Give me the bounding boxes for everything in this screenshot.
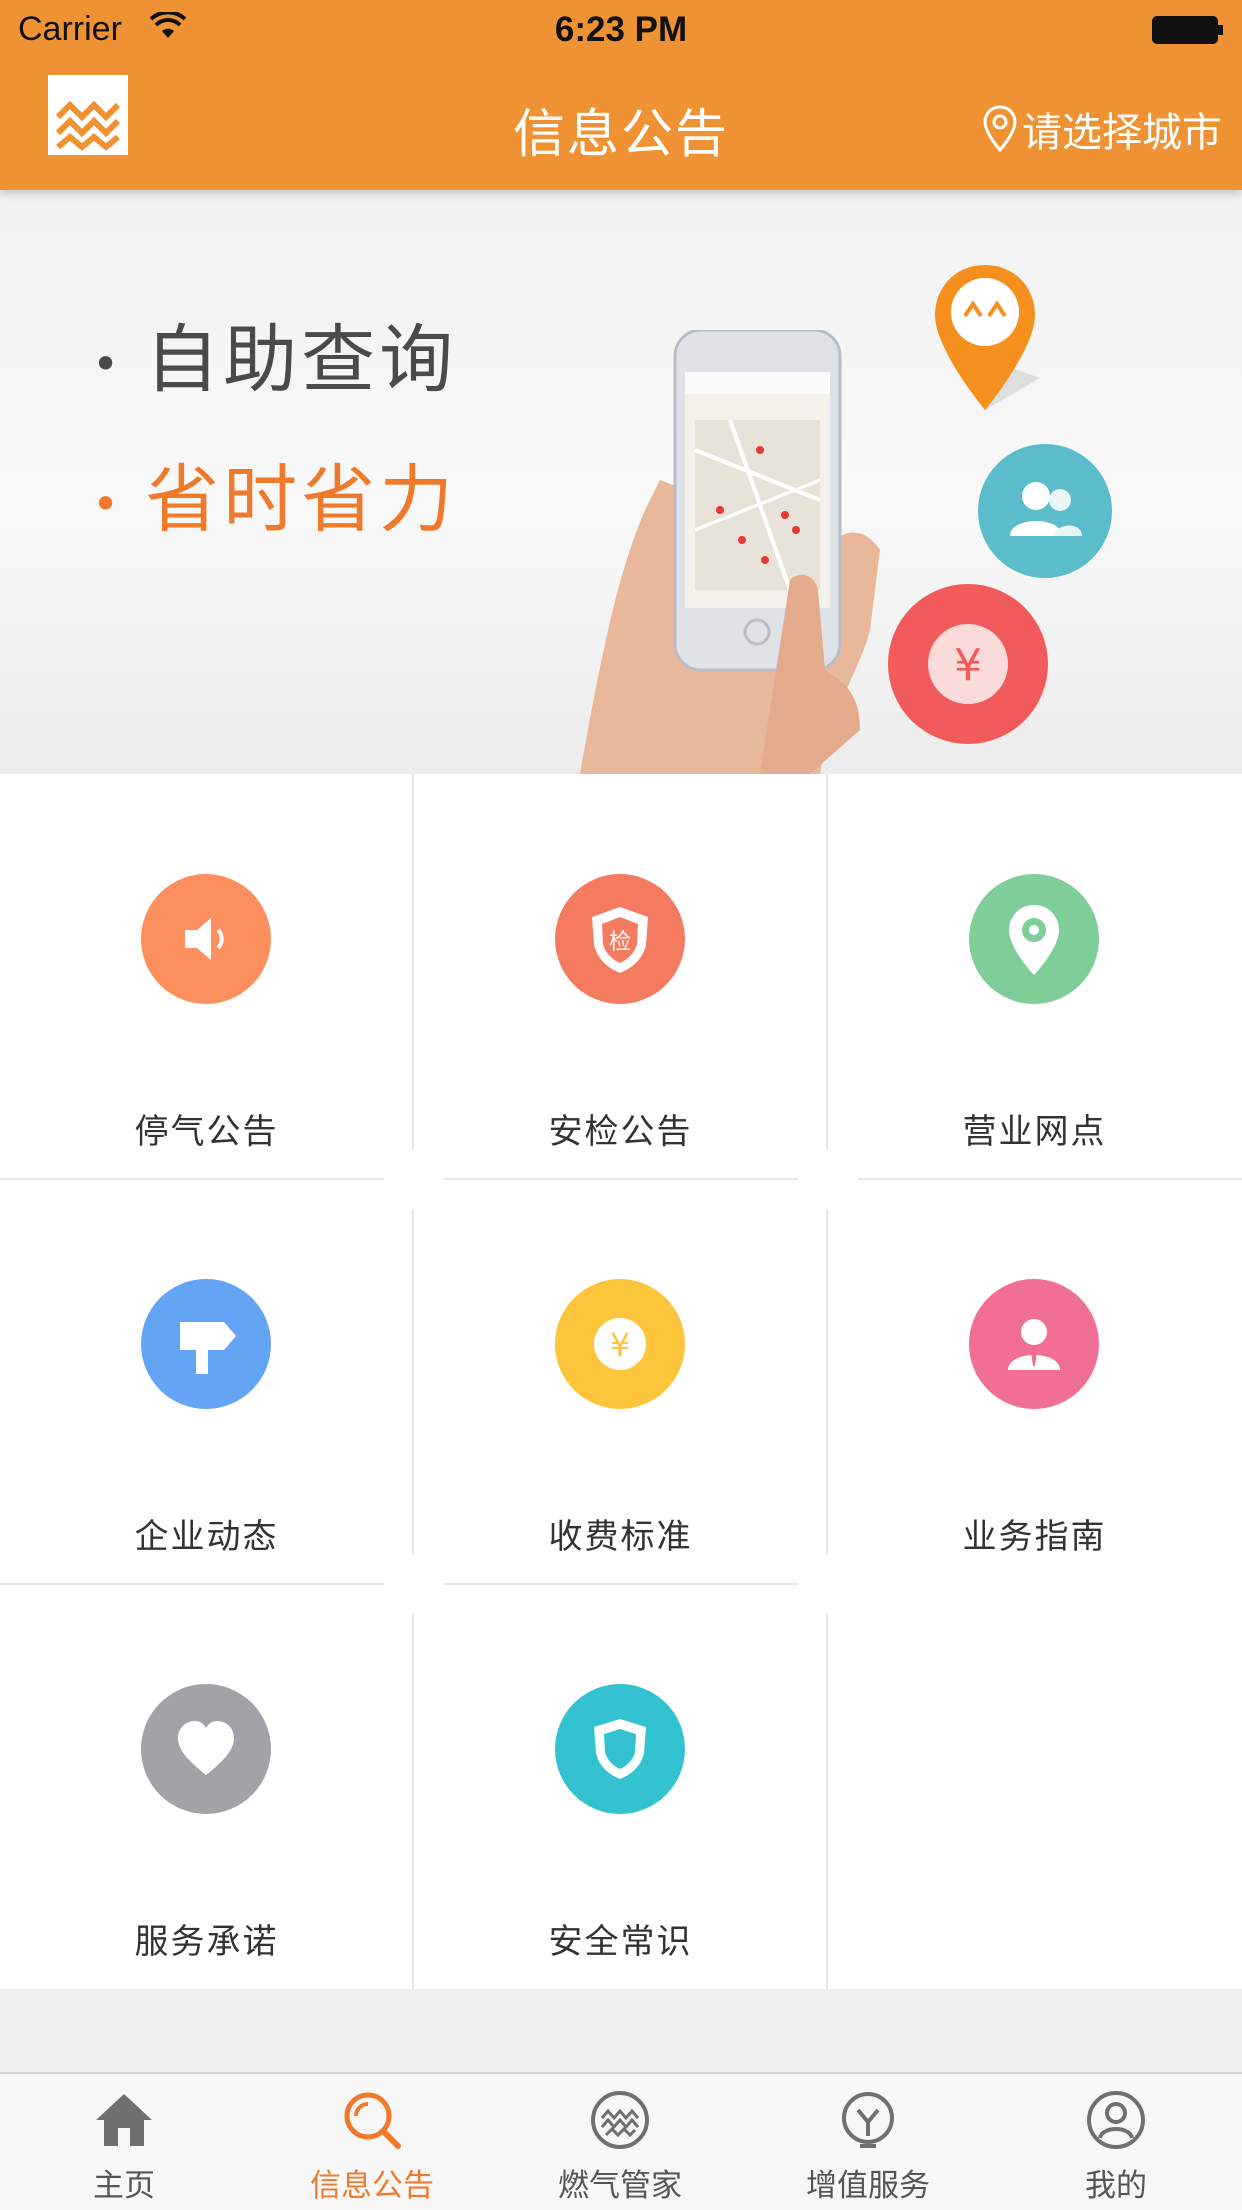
signpost-icon bbox=[141, 1279, 271, 1409]
grid-label: 收费标准 bbox=[548, 1517, 693, 1557]
grid-divider bbox=[412, 774, 414, 1149]
tab-label: 主页 bbox=[93, 2168, 155, 2204]
tab-label: 我的 bbox=[1085, 2168, 1147, 2204]
status-bar: Carrier 6:23 PM bbox=[0, 0, 1242, 60]
grid-item-inspection-notice[interactable]: 检 安检公告 bbox=[414, 774, 827, 1179]
grid-divider bbox=[0, 1583, 384, 1585]
tab-profile[interactable]: 我的 bbox=[992, 2074, 1240, 2210]
heart-icon bbox=[141, 1684, 271, 1814]
grid-label: 业务指南 bbox=[962, 1517, 1107, 1557]
tab-gas-manager[interactable]: 燃气管家 bbox=[496, 2074, 744, 2210]
svg-text:¥: ¥ bbox=[954, 640, 982, 691]
bullet-icon: • bbox=[92, 477, 124, 532]
search-icon bbox=[344, 2092, 401, 2149]
tab-label: 燃气管家 bbox=[558, 2168, 682, 2204]
banner-text-1: 自助查询 bbox=[145, 317, 458, 403]
home-icon bbox=[96, 2094, 152, 2146]
smile-pin-icon bbox=[935, 265, 1040, 410]
banner-text-2: 省时省力 bbox=[145, 457, 458, 543]
grid-label: 营业网点 bbox=[962, 1112, 1107, 1152]
tab-bar: 主页 信息公告 燃气管家 增值服务 我的 bbox=[0, 2072, 1242, 2210]
grid-divider bbox=[826, 1614, 828, 1989]
battery-icon bbox=[1152, 16, 1223, 44]
grid-divider bbox=[412, 1209, 414, 1554]
inspection-shield-icon: 检 bbox=[555, 874, 685, 1004]
city-selector[interactable]: 请选择城市 bbox=[982, 100, 1222, 158]
safety-shield-icon bbox=[555, 1684, 685, 1814]
bullet-icon: • bbox=[92, 337, 124, 392]
grid-item-service-outlets[interactable]: 营业网点 bbox=[828, 774, 1241, 1179]
grid-divider bbox=[444, 1583, 798, 1585]
grid-divider bbox=[412, 1614, 414, 1989]
tab-home[interactable]: 主页 bbox=[0, 2074, 248, 2210]
grid-item-safety-knowledge[interactable]: 安全常识 bbox=[414, 1584, 827, 1989]
tab-label: 信息公告 bbox=[310, 2168, 434, 2204]
service-grid: 停气公告 检 安检公告 营业网点 企业动态 ¥ 收费标准 业务指南 服务承诺 安… bbox=[0, 774, 1242, 1989]
banner-line-1: • 自助查询 bbox=[92, 300, 457, 407]
phone-illustration bbox=[580, 330, 880, 774]
grid-divider bbox=[0, 1178, 384, 1180]
speaker-icon bbox=[141, 874, 271, 1004]
grid-label: 停气公告 bbox=[134, 1112, 279, 1152]
yuan-circle-icon: ¥ bbox=[888, 584, 1048, 744]
location-pin-icon bbox=[969, 874, 1099, 1004]
status-time: 6:23 PM bbox=[554, 10, 688, 49]
grid-divider bbox=[826, 1209, 828, 1554]
grid-divider bbox=[444, 1178, 798, 1180]
city-label: 请选择城市 bbox=[1022, 110, 1222, 156]
grid-label: 企业动态 bbox=[134, 1517, 279, 1557]
top-bar: Carrier 6:23 PM 信息公告 请选择城市 bbox=[0, 0, 1242, 190]
bulb-icon bbox=[842, 2092, 894, 2148]
grid-item-service-promise[interactable]: 服务承诺 bbox=[0, 1584, 413, 1989]
svg-text:¥: ¥ bbox=[610, 1326, 630, 1364]
promo-banner[interactable]: • 自助查询 • 省时省力 ¥ bbox=[0, 190, 1242, 774]
profile-icon bbox=[1087, 2091, 1145, 2149]
grid-label: 安全常识 bbox=[548, 1922, 693, 1962]
grid-divider bbox=[826, 774, 828, 1149]
location-icon bbox=[983, 105, 1017, 153]
grid-item-company-news[interactable]: 企业动态 bbox=[0, 1179, 413, 1584]
banner-line-2: • 省时省力 bbox=[92, 440, 457, 547]
tab-label: 增值服务 bbox=[806, 2168, 930, 2204]
svg-text:检: 检 bbox=[609, 930, 631, 955]
gas-icon bbox=[591, 2091, 649, 2149]
tab-notices[interactable]: 信息公告 bbox=[248, 2074, 496, 2210]
users-circle-icon bbox=[978, 444, 1112, 578]
grid-item-outage-notice[interactable]: 停气公告 bbox=[0, 774, 413, 1179]
yuan-coin-icon: ¥ bbox=[555, 1279, 685, 1409]
grid-label: 服务承诺 bbox=[134, 1922, 279, 1962]
grid-item-business-guide[interactable]: 业务指南 bbox=[828, 1179, 1241, 1584]
grid-item-fee-standards[interactable]: ¥ 收费标准 bbox=[414, 1179, 827, 1584]
grid-divider bbox=[858, 1178, 1242, 1180]
grid-label: 安检公告 bbox=[548, 1112, 693, 1152]
person-icon bbox=[969, 1279, 1099, 1409]
tab-value-added[interactable]: 增值服务 bbox=[744, 2074, 992, 2210]
